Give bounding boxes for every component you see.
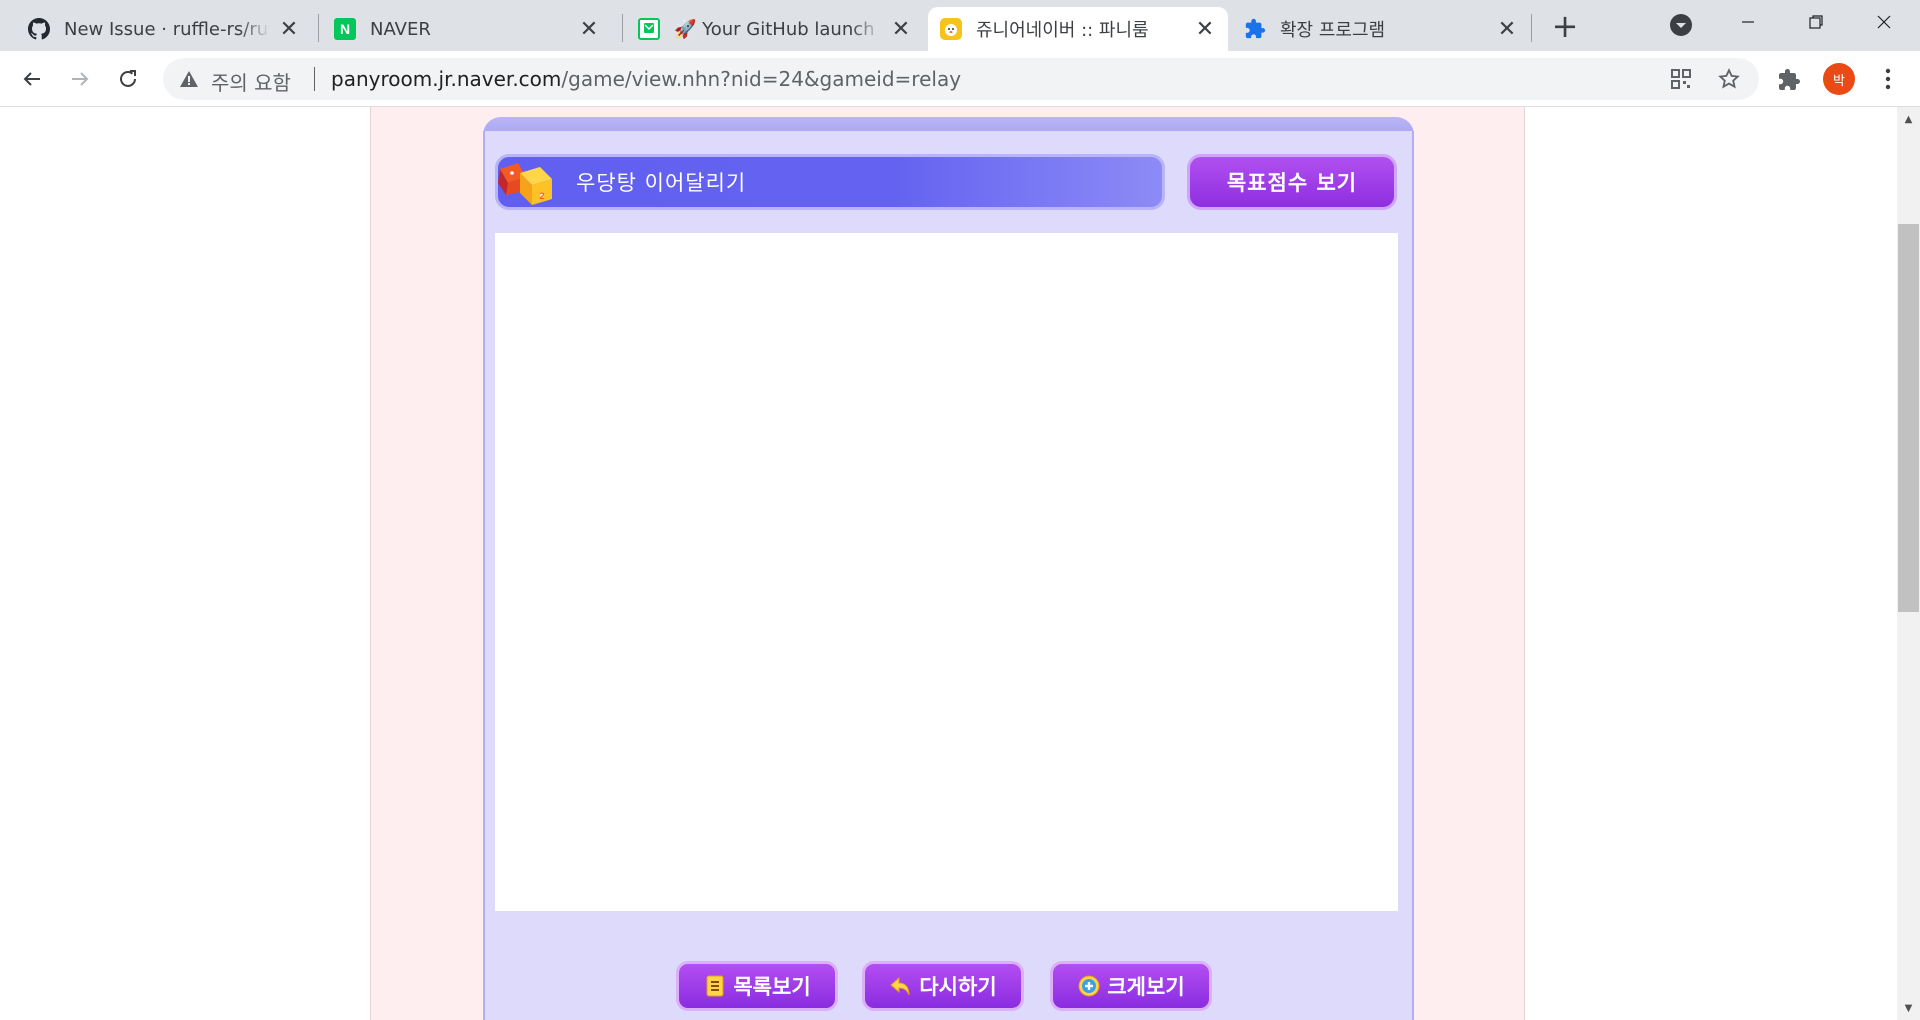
url-path: /game/view.nhn?nid=24&gameid=relay [561, 67, 962, 91]
tab-search-icon[interactable] [1668, 12, 1694, 38]
warning-icon [179, 69, 199, 94]
security-warning[interactable]: 주의 요함 [179, 67, 291, 96]
tab-title: New Issue · ruffle-rs/ruffle [64, 18, 270, 40]
zoom-plus-icon [1077, 974, 1101, 998]
security-label: 주의 요함 [211, 71, 291, 95]
enlarge-button-label: 크게보기 [1107, 975, 1185, 999]
url-text[interactable]: panyroom.jr.naver.com/game/view.nhn?nid=… [331, 67, 961, 91]
browser-toolbar: 주의 요함 panyroom.jr.naver.com/game/view.nh… [0, 51, 1920, 107]
scroll-up-arrow[interactable]: ▲ [1897, 109, 1920, 129]
tab-github-launch[interactable]: 🚀 Your GitHub launch code ✕ [626, 7, 924, 51]
list-button[interactable]: 목록보기 [676, 961, 838, 1011]
qr-code-icon[interactable] [1669, 67, 1693, 91]
reload-button[interactable] [110, 61, 146, 97]
close-icon[interactable]: ✕ [278, 17, 300, 42]
tab-title: NAVER [370, 18, 431, 40]
goal-score-button[interactable]: 목표점수 보기 [1187, 154, 1397, 210]
dice-icon: 2 [498, 163, 552, 205]
close-icon[interactable]: ✕ [1496, 17, 1518, 42]
close-icon[interactable]: ✕ [578, 17, 600, 42]
close-icon[interactable]: ✕ [1194, 17, 1216, 42]
list-button-label: 목록보기 [733, 975, 811, 999]
new-tab-button[interactable]: + [1548, 7, 1582, 45]
restore-button[interactable] [1782, 0, 1850, 44]
svg-text:N: N [340, 21, 350, 37]
tab-extensions[interactable]: 확장 프로그램 ✕ [1232, 7, 1530, 51]
tab-naver[interactable]: N NAVER ✕ [322, 7, 612, 51]
tab-strip: New Issue · ruffle-rs/ruffle ✕ N NAVER ✕… [0, 0, 1920, 51]
naver-icon: N [334, 18, 356, 40]
more-menu-icon[interactable] [1872, 63, 1904, 95]
minimize-button[interactable] [1714, 0, 1782, 44]
junior-naver-icon [940, 18, 962, 40]
tab-panyroom[interactable]: 쥬니어네이버 :: 파니룸 ✕ [928, 7, 1228, 51]
retry-button-label: 다시하기 [919, 975, 997, 999]
tab-title: 🚀 Your GitHub launch code [674, 18, 882, 40]
scrollbar-thumb[interactable] [1898, 224, 1919, 612]
tab-divider [318, 14, 319, 42]
return-arrow-icon [889, 974, 913, 998]
profile-avatar[interactable]: 박 [1823, 63, 1855, 95]
naver-mail-icon [638, 18, 660, 40]
tab-github[interactable]: New Issue · ruffle-rs/ruffle ✕ [16, 7, 312, 51]
puzzle-icon [1244, 18, 1266, 40]
back-button[interactable] [14, 61, 50, 97]
close-window-button[interactable] [1850, 0, 1918, 44]
enlarge-button[interactable]: 크게보기 [1050, 961, 1212, 1011]
address-bar[interactable]: 주의 요함 panyroom.jr.naver.com/game/view.nh… [163, 58, 1759, 100]
github-icon [28, 18, 50, 40]
tab-title: 확장 프로그램 [1280, 20, 1386, 41]
list-icon [703, 974, 727, 998]
page-viewport: 2 우당탕 이어달리기 목표점수 보기 목록보기 다시하기 크게보기 [0, 107, 1897, 1020]
retry-button[interactable]: 다시하기 [862, 961, 1024, 1011]
address-divider [314, 67, 315, 91]
close-icon[interactable]: ✕ [890, 17, 912, 42]
extensions-icon[interactable] [1775, 66, 1803, 94]
game-canvas[interactable] [495, 233, 1398, 911]
game-title: 우당탕 이어달리기 [576, 171, 747, 195]
svg-text:2: 2 [539, 191, 544, 201]
url-host: panyroom.jr.naver.com [331, 67, 562, 91]
tab-title: 쥬니어네이버 :: 파니룸 [976, 20, 1149, 41]
tab-divider [1531, 14, 1532, 42]
bookmark-star-icon[interactable] [1717, 67, 1741, 91]
game-title-bar: 2 우당탕 이어달리기 [495, 154, 1165, 210]
scroll-down-arrow[interactable]: ▼ [1897, 998, 1920, 1018]
tab-divider [622, 14, 623, 42]
game-frame: 2 우당탕 이어달리기 목표점수 보기 목록보기 다시하기 크게보기 [483, 117, 1414, 1020]
forward-button[interactable] [62, 61, 98, 97]
